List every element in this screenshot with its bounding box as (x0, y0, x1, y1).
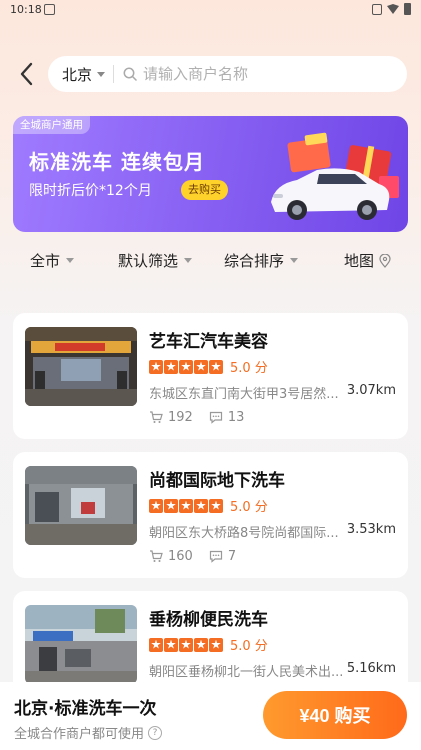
map-button[interactable]: 地图 (344, 250, 391, 271)
star-icon (209, 498, 223, 513)
rating-row: 5.0 分 (149, 357, 268, 376)
star-icon (209, 637, 223, 652)
shop-distance: 3.07km (346, 383, 396, 398)
car-gift-illustration (271, 132, 399, 220)
comment-icon (209, 550, 222, 563)
stats-row: 192 13 (149, 410, 244, 425)
battery-icon (404, 3, 411, 15)
screen-filter-label: 默认筛选 (118, 252, 179, 270)
sort-filter-label: 综合排序 (224, 252, 285, 270)
status-time: 10:18 (10, 3, 42, 16)
shop-card[interactable]: 艺车汇汽车美容 5.0 分 东城区东直门南大街甲3号居然... 3.07km 1… (13, 313, 408, 439)
comment-icon (209, 411, 222, 424)
caret-down-icon (97, 71, 106, 77)
caret-down-icon (66, 258, 75, 263)
star-icon (209, 359, 223, 374)
status-icons (372, 3, 411, 15)
search-input[interactable] (143, 65, 364, 83)
search-icon (123, 67, 137, 81)
rating-score: 5.0 分 (230, 361, 268, 376)
city-label: 北京 (62, 65, 93, 84)
chevron-left-icon (20, 62, 33, 86)
shop-address: 朝阳区东大桥路8号院尚都国际... (149, 526, 339, 541)
shop-name: 垂杨柳便民洗车 (149, 610, 268, 630)
product-subtitle-text: 全城合作商户都可使用 (14, 727, 145, 742)
region-filter-label: 全市 (30, 252, 61, 270)
screen-filter[interactable]: 默认筛选 (118, 250, 193, 271)
status-bar: 10:18 (0, 0, 421, 22)
region-filter[interactable]: 全市 (30, 250, 75, 271)
star-icon (179, 359, 193, 374)
shop-name: 尚都国际地下洗车 (149, 471, 285, 491)
product-subtitle: 全城合作商户都可使用 ? (14, 723, 163, 742)
search-bar: 北京 (48, 56, 407, 92)
comment-count: 7 (227, 549, 237, 564)
rating-score: 5.0 分 (230, 500, 268, 515)
sort-filter[interactable]: 综合排序 (224, 250, 299, 271)
notification-icon (44, 4, 55, 15)
stats-row: 160 7 (149, 549, 236, 564)
cart-icon (150, 550, 163, 562)
filter-row: 全市 默认筛选 综合排序 地图 (0, 250, 421, 276)
shop-photo (25, 466, 137, 545)
rating-row: 5.0 分 (149, 635, 268, 654)
cart-icon (150, 411, 163, 423)
banner-buy-button[interactable]: 去购买 (181, 180, 228, 200)
order-count: 160 (168, 549, 193, 564)
wifi-icon (387, 4, 399, 14)
banner-subtitle: 限时折后价*12个月 (29, 183, 152, 199)
help-icon[interactable]: ? (148, 725, 163, 740)
shop-photo (25, 327, 137, 406)
promo-banner[interactable]: 全城商户通用 标准洗车 连续包月 限时折后价*12个月 去购买 (13, 116, 408, 232)
shop-photo (25, 605, 137, 684)
back-button[interactable] (14, 60, 42, 88)
star-icon (149, 637, 163, 652)
star-icon (164, 498, 178, 513)
banner-title: 标准洗车 连续包月 (29, 150, 205, 174)
caret-down-icon (184, 258, 193, 263)
shop-distance: 5.16km (346, 661, 396, 676)
location-pin-icon (379, 253, 391, 268)
city-selector[interactable]: 北京 (48, 56, 113, 92)
shop-address: 东城区东直门南大街甲3号居然... (149, 387, 339, 402)
buy-button[interactable]: ¥40 购买 (263, 691, 407, 739)
map-label: 地图 (344, 252, 375, 270)
star-icon (194, 498, 208, 513)
shop-name: 艺车汇汽车美容 (149, 332, 268, 352)
shop-distance: 3.53km (346, 522, 396, 537)
banner-tag: 全城商户通用 (13, 116, 90, 134)
vibrate-icon (372, 3, 382, 15)
comment-count: 13 (227, 410, 245, 425)
star-icon (179, 498, 193, 513)
product-title: 北京·标准洗车一次 (14, 699, 157, 719)
star-icon (149, 359, 163, 374)
star-icon (164, 637, 178, 652)
star-icon (179, 637, 193, 652)
rating-score: 5.0 分 (230, 639, 268, 654)
shop-card[interactable]: 尚都国际地下洗车 5.0 分 朝阳区东大桥路8号院尚都国际... 3.53km … (13, 452, 408, 578)
star-icon (194, 637, 208, 652)
star-icon (149, 498, 163, 513)
star-icon (194, 359, 208, 374)
shop-address: 朝阳区垂杨柳北一街人民美术出... (149, 665, 344, 680)
caret-down-icon (290, 258, 299, 263)
rating-row: 5.0 分 (149, 496, 268, 515)
star-icon (164, 359, 178, 374)
divider (113, 65, 115, 83)
order-count: 192 (168, 410, 193, 425)
purchase-bar: 北京·标准洗车一次 全城合作商户都可使用 ? ¥40 购买 (0, 682, 421, 750)
